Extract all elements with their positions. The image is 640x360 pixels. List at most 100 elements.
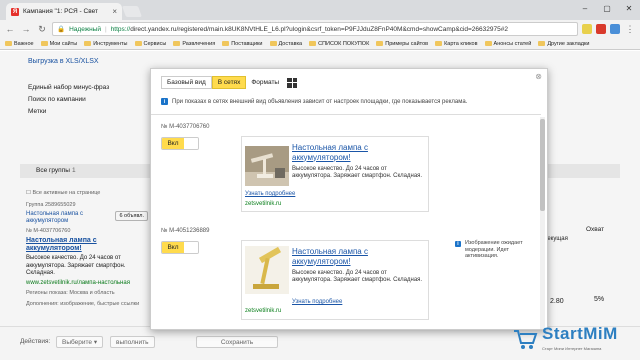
bookmark-folder[interactable]: Другие закладки <box>538 41 589 47</box>
lamp-photo <box>245 246 289 294</box>
browser-tab[interactable]: Я Кампания "1: РСЯ - Свет × <box>6 3 122 20</box>
folder-icon <box>376 41 384 46</box>
maximize-icon[interactable]: ▢ <box>596 0 618 17</box>
bookmark-folder[interactable]: СПИСОК ПОКУПОК <box>309 41 369 47</box>
window-controls: – ▢ ✕ <box>574 0 640 17</box>
view-tabs: Базовый вид В сетях Форматы <box>161 76 298 89</box>
scrollbar-thumb[interactable] <box>540 119 545 211</box>
bookmark-label: СПИСОК ПОКУПОК <box>318 40 370 47</box>
ad-preview-text: Высокое качество. До 24 часов от аккумул… <box>292 166 423 179</box>
folder-icon <box>5 41 12 46</box>
folder-icon <box>173 41 181 46</box>
extension-icon[interactable] <box>582 24 592 34</box>
secure-label: Надежный <box>69 25 101 33</box>
folder-icon <box>84 41 92 46</box>
actions-label: Действия: <box>20 338 51 345</box>
close-icon[interactable]: ⊗ <box>535 72 542 81</box>
bookmark-folder[interactable]: Карта кликов <box>435 40 478 47</box>
toggle-off-area <box>184 242 198 253</box>
ad-preview-modal: ⊗ Базовый вид В сетях Форматы i При пока… <box>150 68 548 330</box>
logo-tagline: Старт Мини Интернет Магазина <box>542 346 602 351</box>
divider <box>151 114 541 115</box>
url-separator: | <box>104 25 107 33</box>
learn-more-link[interactable]: Узнать подробнее <box>245 191 295 197</box>
bookmark-folder[interactable]: Примеры сайтов <box>376 41 428 47</box>
ad-preview-card: Настольная лампа с аккумулятором! Высоко… <box>241 240 429 320</box>
action-select[interactable]: Выберите ▾ <box>56 336 104 348</box>
bookmark-folder[interactable]: Поставщики <box>222 40 263 47</box>
bookmark-label: Развлечения <box>182 40 216 47</box>
bookmarks-bar: Важное Мои сайты Инструменты Сервисы Раз… <box>0 38 640 50</box>
yandex-favicon-icon: Я <box>11 7 19 16</box>
info-icon: i <box>161 98 168 105</box>
bookmark-folder[interactable]: Анонсы статей <box>484 40 532 47</box>
extension-icon[interactable] <box>596 24 606 34</box>
menu-icon[interactable]: ⋮ <box>624 24 636 35</box>
grid-view-icon[interactable] <box>287 77 298 88</box>
networks-info: i При показах в сетях внешний вид объявл… <box>161 98 467 105</box>
info-icon: i <box>455 241 461 247</box>
bookmark-folder[interactable]: Мои сайты <box>40 40 78 47</box>
bookmark-folder[interactable]: Развлечения <box>173 41 215 47</box>
ad-domain[interactable]: zetsvetilnik.ru <box>245 308 281 314</box>
bookmark-label: Сервисы <box>143 40 167 47</box>
extension-icon[interactable] <box>610 24 620 34</box>
modal-scrollbar[interactable] <box>540 117 545 329</box>
minimize-icon[interactable]: – <box>574 0 596 17</box>
ad-preview-text: Высокое качество. До 24 часов от аккумул… <box>292 270 423 283</box>
toggle-off-area <box>184 138 198 149</box>
chevron-down-icon: ▾ <box>93 339 98 346</box>
new-tab-button[interactable] <box>121 6 143 17</box>
back-icon[interactable]: ← <box>4 24 16 34</box>
forward-icon[interactable]: → <box>20 24 32 34</box>
folder-icon <box>40 41 48 46</box>
bookmark-label: Примеры сайтов <box>385 40 429 47</box>
tab-formats[interactable]: Форматы <box>246 76 285 89</box>
bookmark-folder[interactable]: Доставка <box>269 40 303 47</box>
bookmark-label: Инструменты <box>93 40 128 47</box>
ad-toggle[interactable]: Вкл <box>161 241 199 254</box>
bookmark-label: Поставщики <box>231 40 263 47</box>
ad-domain[interactable]: zetsvetilnik.ru <box>245 201 281 207</box>
ad-preview-block: № M-4037706760 Вкл Настольная лампа с ак… <box>161 124 531 212</box>
bookmark-folder[interactable]: Сервисы <box>134 40 167 47</box>
folder-icon <box>134 41 142 46</box>
learn-more-link[interactable]: Узнать подробнее <box>292 299 342 305</box>
bookmark-label: Важное <box>14 40 34 47</box>
address-bar[interactable]: 🔒 Надежный | https://direct.yandex.ru/re… <box>52 22 578 36</box>
tab-basic-view[interactable]: Базовый вид <box>161 76 212 89</box>
info-text: При показах в сетях внешний вид объявлен… <box>172 98 468 105</box>
ad-preview-title[interactable]: Настольная лампа с аккумулятором! <box>292 143 426 162</box>
tab-networks[interactable]: В сетях <box>211 76 247 89</box>
ad-preview-block: № M-4051236889 Вкл Настольная лампа с ак… <box>161 228 531 320</box>
window-close-icon[interactable]: ✕ <box>618 0 640 17</box>
bookmark-label: Другие закладки <box>547 40 590 47</box>
toggle-on-label: Вкл <box>162 138 184 149</box>
url-scheme: https:// <box>110 25 131 33</box>
close-tab-icon[interactable]: × <box>112 7 117 16</box>
reload-icon[interactable]: ↻ <box>36 24 48 35</box>
ad-number: № M-4051236889 <box>161 228 210 234</box>
save-button[interactable]: Сохранить <box>196 336 278 348</box>
bookmark-label: Доставка <box>278 40 303 47</box>
toggle-on-label: Вкл <box>162 242 184 253</box>
url-text: https://direct.yandex.ru/registered/main… <box>111 26 508 33</box>
bookmark-label: Карта кликов <box>444 40 478 47</box>
folder-icon <box>222 41 230 46</box>
bookmark-label: Мои сайты <box>49 40 78 47</box>
folder-icon <box>435 41 443 46</box>
folder-icon <box>309 41 317 46</box>
ad-toggle[interactable]: Вкл <box>161 137 199 150</box>
logo-brand: StartMiM <box>542 324 618 343</box>
lamp-photo <box>245 146 289 186</box>
ad-preview-title[interactable]: Настольная лампа с аккумулятором! <box>292 247 426 266</box>
bookmark-folder[interactable]: Инструменты <box>84 40 128 47</box>
url-path: direct.yandex.ru/registered/main.k8UK8NV… <box>130 25 508 33</box>
startmim-logo: StartMiM Старт Мини Интернет Магазина <box>512 322 634 358</box>
run-action-button[interactable]: выполнить <box>110 336 155 348</box>
ad-number: № M-4037706760 <box>161 124 210 130</box>
bookmark-folder[interactable]: Важное <box>5 41 34 47</box>
ad-preview-card: Настольная лампа с аккумулятором! Высоко… <box>241 136 429 212</box>
tab-title: Кампания "1: РСЯ - Свет <box>23 8 98 15</box>
bookmark-label: Анонсы статей <box>493 40 532 47</box>
